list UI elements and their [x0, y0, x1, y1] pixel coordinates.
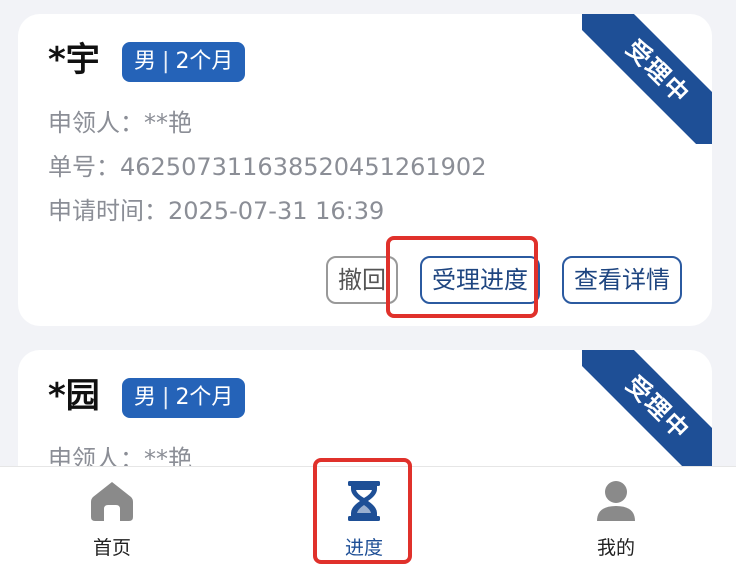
applicant-row: 申领人：**艳 [48, 108, 192, 138]
apply-time-row: 申请时间：2025-07-31 16:39 [48, 196, 384, 226]
progress-button[interactable]: 受理进度 [420, 256, 540, 304]
application-card[interactable]: *宇 男 | 2个月 受理中 申领人：**艳 单号：4625073116385204… [18, 14, 712, 326]
card-actions: 撤回 受理进度 查看详情 [326, 256, 682, 304]
tag-separator: | [162, 385, 170, 410]
applicant-child-name: *宇 [48, 40, 100, 80]
order-number-label: 单号： [48, 153, 120, 181]
apply-time-value: 2025-07-31 16:39 [168, 197, 385, 225]
revoke-button[interactable]: 撤回 [326, 256, 398, 304]
gender-age-tag: 男 | 2个月 [122, 378, 246, 418]
applicant-child-name: *园 [48, 376, 100, 416]
applicant-label: 申领人： [48, 109, 144, 137]
tab-home-label: 首页 [92, 537, 131, 559]
applicant-value: **艳 [144, 109, 192, 137]
status-ribbon: 受理中 [582, 350, 712, 480]
status-ribbon-text: 受理中 [582, 350, 712, 480]
gender-age-tag: 男 | 2个月 [122, 42, 246, 82]
gender-label: 男 [134, 385, 157, 410]
bottom-tab-bar: 首页 进度 我的 [0, 466, 736, 568]
order-number-value: 462507311638520451261902 [120, 153, 487, 181]
gender-label: 男 [134, 49, 157, 74]
tag-separator: | [162, 49, 170, 74]
person-icon [597, 481, 635, 521]
home-icon [91, 482, 133, 521]
hourglass-icon [348, 481, 380, 521]
order-number-row: 单号：462507311638520451261902 [48, 152, 486, 182]
view-detail-button[interactable]: 查看详情 [562, 256, 682, 304]
tab-home[interactable]: 首页 [32, 467, 192, 568]
tab-mine-label: 我的 [596, 537, 635, 559]
status-ribbon: 受理中 [582, 14, 712, 144]
status-ribbon-text: 受理中 [582, 14, 712, 144]
age-label: 2个月 [175, 385, 234, 410]
tab-mine[interactable]: 我的 [536, 467, 696, 568]
age-label: 2个月 [175, 49, 234, 74]
tab-progress-label: 进度 [344, 537, 383, 559]
apply-time-label: 申请时间： [48, 197, 168, 225]
tab-progress[interactable]: 进度 [284, 467, 444, 568]
